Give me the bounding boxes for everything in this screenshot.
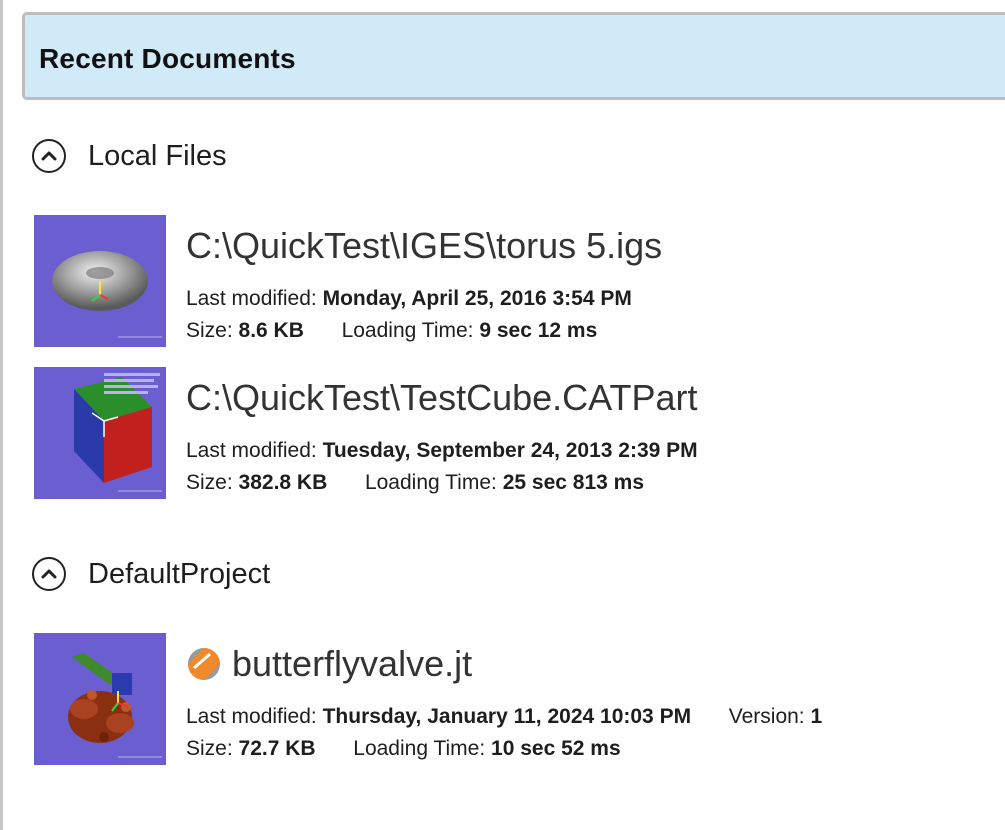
size-loading-row: Size: 382.8 KB Loading Time: 25 sec 813 … bbox=[186, 471, 644, 495]
section-header-local-files[interactable]: Local Files bbox=[32, 136, 227, 176]
last-modified-label: Last modified: bbox=[186, 439, 317, 462]
version-value: 1 bbox=[810, 705, 823, 728]
last-modified-row: Last modified: Thursday, January 11, 202… bbox=[186, 705, 822, 729]
loading-time-value: 10 sec 52 ms bbox=[491, 737, 621, 760]
size-loading-row: Size: 72.7 KB Loading Time: 10 sec 52 ms bbox=[186, 737, 621, 761]
torus-thumbnail bbox=[34, 215, 166, 347]
size-value: 382.8 KB bbox=[238, 471, 328, 494]
document-path[interactable]: C:\QuickTest\IGES\torus 5.igs bbox=[186, 225, 662, 267]
page-title: Recent Documents bbox=[39, 43, 296, 74]
loading-time-label: Loading Time: bbox=[364, 471, 497, 494]
size-label: Size: bbox=[186, 319, 233, 342]
section-title: Local Files bbox=[88, 139, 227, 172]
size-label: Size: bbox=[186, 471, 233, 494]
valve-thumbnail bbox=[34, 633, 166, 765]
cube-thumbnail bbox=[34, 367, 166, 499]
last-modified-label: Last modified: bbox=[186, 287, 317, 310]
last-modified-value: Monday, April 25, 2016 3:54 PM bbox=[322, 287, 632, 310]
chevron-up-circle-icon[interactable] bbox=[32, 139, 66, 173]
loading-time-label: Loading Time: bbox=[341, 319, 474, 342]
recent-document-item[interactable]: C:\QuickTest\TestCube.CATPart Last modif… bbox=[34, 367, 994, 499]
recent-documents-panel: Recent Documents Local Files C:\QuickTes… bbox=[0, 0, 1005, 830]
document-path[interactable]: C:\QuickTest\TestCube.CATPart bbox=[186, 377, 698, 419]
chevron-up-circle-icon[interactable] bbox=[32, 557, 66, 591]
recent-document-item[interactable]: butterflyvalve.jt Last modified: Thursda… bbox=[34, 633, 994, 765]
document-title-row[interactable]: butterflyvalve.jt bbox=[186, 643, 472, 685]
recent-documents-header: Recent Documents bbox=[22, 12, 1005, 100]
size-value: 8.6 KB bbox=[238, 319, 304, 342]
recent-document-item[interactable]: C:\QuickTest\IGES\torus 5.igs Last modif… bbox=[34, 215, 994, 347]
loading-time-label: Loading Time: bbox=[353, 737, 486, 760]
size-label: Size: bbox=[186, 737, 233, 760]
size-value: 72.7 KB bbox=[238, 737, 316, 760]
last-modified-value: Thursday, January 11, 2024 10:03 PM bbox=[322, 705, 692, 728]
section-header-default-project[interactable]: DefaultProject bbox=[32, 554, 270, 594]
last-modified-value: Tuesday, September 24, 2013 2:39 PM bbox=[322, 439, 698, 462]
size-loading-row: Size: 8.6 KB Loading Time: 9 sec 12 ms bbox=[186, 319, 597, 343]
document-path[interactable]: butterflyvalve.jt bbox=[232, 643, 472, 685]
section-title: DefaultProject bbox=[88, 557, 271, 590]
loading-time-value: 25 sec 813 ms bbox=[502, 471, 644, 494]
panel-border bbox=[0, 0, 3, 830]
loading-time-value: 9 sec 12 ms bbox=[479, 319, 598, 342]
jt-file-icon bbox=[186, 646, 222, 682]
last-modified-row: Last modified: Monday, April 25, 2016 3:… bbox=[186, 287, 632, 311]
last-modified-row: Last modified: Tuesday, September 24, 20… bbox=[186, 439, 698, 463]
version-label: Version: bbox=[728, 705, 805, 728]
last-modified-label: Last modified: bbox=[186, 705, 317, 728]
